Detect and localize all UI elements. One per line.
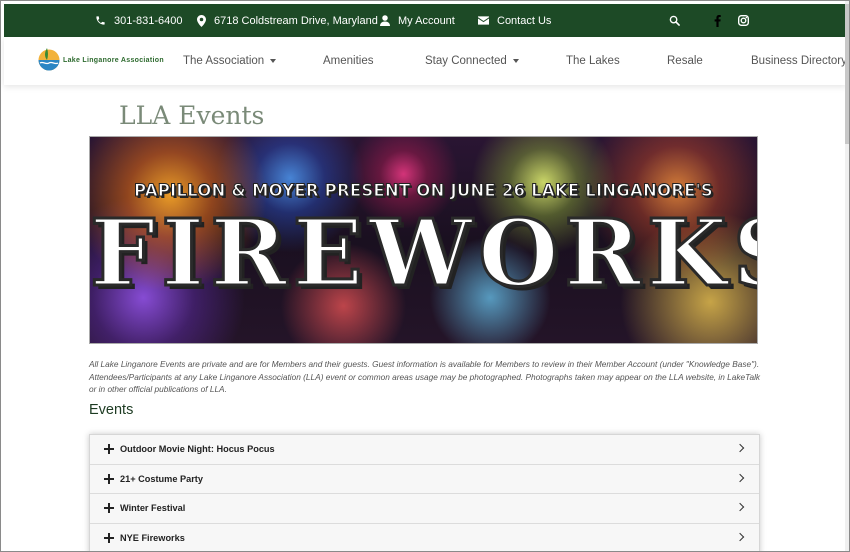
site-logo[interactable]: Lake Linganore Association (38, 45, 180, 75)
nav-label: Amenities (323, 55, 374, 67)
chevron-right-icon (735, 532, 745, 541)
instagram-icon (738, 15, 749, 26)
instagram-link[interactable] (738, 4, 749, 37)
logo-text: Lake Linganore Association (63, 56, 164, 64)
events-accordion: Outdoor Movie Night: Hocus Pocus 21+ Cos… (89, 434, 760, 551)
nav-item-resale[interactable]: Resale (667, 37, 703, 85)
map-pin-icon (197, 14, 206, 27)
my-account-link[interactable]: My Account (380, 4, 455, 37)
events-disclaimer: All Lake Linganore Events are private an… (89, 359, 761, 394)
chevron-right-icon (735, 443, 745, 453)
chevron-right-icon (735, 473, 745, 482)
main-navigation: Lake Linganore Association The Associati… (4, 37, 847, 85)
nav-item-the-association[interactable]: The Association (183, 37, 277, 85)
plus-icon (104, 502, 116, 514)
phone-link[interactable]: 301-831-6400 (95, 4, 183, 37)
scrollbar-thumb[interactable] (845, 4, 849, 144)
nav-label: Resale (667, 55, 703, 67)
accordion-item[interactable]: NYE Fireworks (90, 523, 759, 551)
chevron-down-icon (512, 59, 519, 63)
search-button[interactable] (669, 4, 680, 37)
user-icon (380, 15, 390, 26)
page-title: LLA Events (119, 101, 265, 130)
plus-icon (104, 443, 116, 455)
nav-item-business-directory[interactable]: Business Directory (751, 37, 847, 85)
chevron-down-icon (270, 59, 277, 63)
nav-label: Stay Connected (425, 55, 507, 67)
accordion-item-label: Winter Festival (120, 503, 186, 514)
plus-icon (104, 532, 116, 544)
contact-us-link[interactable]: Contact Us (478, 4, 551, 37)
facebook-link[interactable] (714, 4, 721, 37)
browser-viewport: 301-831-6400 6718 Coldstream Drive, Mary… (0, 0, 850, 552)
envelope-icon (478, 16, 489, 25)
accordion-item[interactable]: Outdoor Movie Night: Hocus Pocus (90, 435, 759, 465)
address-text: 6718 Coldstream Drive, Maryland (214, 14, 378, 27)
nav-item-stay-connected[interactable]: Stay Connected (425, 37, 519, 85)
chevron-right-icon (735, 502, 745, 512)
accordion-item-label: 21+ Costume Party (120, 473, 203, 484)
top-contact-bar: 301-831-6400 6718 Coldstream Drive, Mary… (4, 4, 846, 37)
nav-label: The Lakes (566, 55, 620, 67)
page-scrollbar[interactable] (845, 1, 849, 551)
logo-mark-icon (38, 48, 60, 71)
nav-label: The Association (183, 55, 265, 67)
phone-number: 301-831-6400 (114, 14, 183, 27)
events-heading: Events (89, 402, 134, 418)
banner-subtitle: PAPILLON & MOYER PRESENT ON JUNE 26 LAKE… (134, 181, 714, 201)
nav-item-amenities[interactable]: Amenities (323, 37, 374, 85)
banner-headline: FIREWORKS (90, 199, 758, 307)
my-account-label: My Account (398, 14, 455, 27)
nav-item-the-lakes[interactable]: The Lakes (566, 37, 620, 85)
plus-icon (104, 473, 116, 485)
facebook-icon (714, 14, 721, 27)
fireworks-banner-image: PAPILLON & MOYER PRESENT ON JUNE 26 LAKE… (89, 136, 758, 344)
accordion-item[interactable]: 21+ Costume Party (90, 464, 759, 494)
accordion-item[interactable]: Winter Festival (90, 494, 759, 524)
contact-us-label: Contact Us (497, 14, 552, 27)
accordion-item-label: Outdoor Movie Night: Hocus Pocus (120, 444, 275, 455)
address-link[interactable]: 6718 Coldstream Drive, Maryland (197, 4, 378, 37)
phone-icon (96, 16, 105, 25)
nav-label: Business Directory (751, 55, 847, 67)
search-icon (669, 15, 680, 26)
accordion-item-label: NYE Fireworks (120, 532, 185, 543)
